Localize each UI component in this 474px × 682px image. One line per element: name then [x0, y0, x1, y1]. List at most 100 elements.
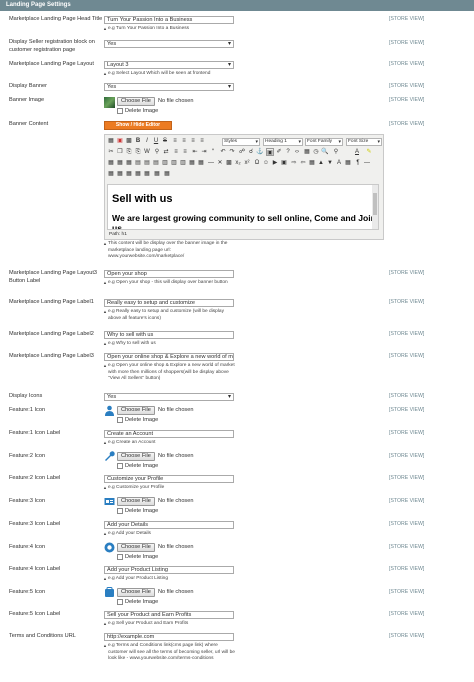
delete-image-checkbox[interactable]	[117, 108, 123, 114]
nonbreaking-icon[interactable]: —	[363, 159, 371, 167]
align-center-icon[interactable]: ≡	[180, 137, 188, 145]
del-icon[interactable]: ▦	[134, 170, 142, 178]
strikethrough-icon[interactable]: S	[161, 137, 169, 145]
head-title-input[interactable]: Turn Your Passion Into a Business	[104, 16, 234, 24]
replace-icon[interactable]: ⇄	[162, 148, 170, 156]
fullscreen-icon[interactable]: ▣	[280, 159, 288, 167]
redo-icon[interactable]: ↷	[228, 148, 236, 156]
variable-icon[interactable]: ▩	[125, 137, 133, 145]
attributes-icon[interactable]: ▦	[153, 170, 161, 178]
format-dropdown[interactable]: Heading 1	[263, 138, 303, 146]
numbered-list-icon[interactable]: ≡	[181, 148, 189, 156]
copy-icon[interactable]: ❐	[116, 148, 124, 156]
table-icon[interactable]: ▦	[107, 159, 115, 167]
delete-image-checkbox[interactable]	[117, 554, 123, 560]
acronym-icon[interactable]: ▦	[125, 170, 133, 178]
outdent-icon[interactable]: ⇤	[191, 148, 199, 156]
label2-input[interactable]: Why to sell with us	[104, 331, 234, 339]
unlink-icon[interactable]: ☌	[247, 148, 255, 156]
choose-file-button[interactable]: Choose File	[117, 97, 155, 106]
help-icon[interactable]: ?	[284, 148, 292, 156]
bullet-list-icon[interactable]: ≡	[172, 148, 180, 156]
move-backward-icon[interactable]: ▼	[326, 159, 334, 167]
choose-file-button[interactable]: Choose File	[117, 543, 155, 552]
editor-content-area[interactable]: Sell with us We are largest growing comm…	[107, 184, 379, 230]
font-size-dropdown[interactable]: Font Size	[346, 138, 382, 146]
cleanup-icon[interactable]: ✐	[275, 148, 283, 156]
image-icon[interactable]: ▣	[116, 137, 124, 145]
styles-dropdown[interactable]: Styles	[222, 138, 260, 146]
remove-format-icon[interactable]: ✕	[216, 159, 224, 167]
display-icons-select[interactable]: Yes	[104, 393, 234, 401]
template-icon[interactable]: ▦	[163, 170, 171, 178]
special-char-icon[interactable]: Ω	[253, 159, 261, 167]
layout3-button-input[interactable]: Open your shop	[104, 270, 234, 278]
insert-row-before-icon[interactable]: ▤	[134, 159, 142, 167]
absolute-icon[interactable]: A	[335, 159, 343, 167]
widget-icon[interactable]: ▦	[107, 137, 115, 145]
move-forward-icon[interactable]: ▲	[317, 159, 325, 167]
seller-registration-select[interactable]: Yes	[104, 40, 234, 48]
visual-aid-icon[interactable]: ▩	[225, 159, 233, 167]
underline-icon[interactable]: U	[152, 137, 160, 145]
font-family-dropdown[interactable]: Font Family	[305, 138, 343, 146]
terms-url-input[interactable]: http://example.com	[104, 633, 234, 641]
show-hide-editor-button[interactable]: Show / Hide Editor	[104, 121, 172, 130]
feature5-label-input[interactable]: Sell your Product and Earn Profits	[104, 611, 234, 619]
text-color-icon[interactable]: A	[353, 148, 361, 156]
split-cells-icon[interactable]: ▦	[188, 159, 196, 167]
align-left-icon[interactable]: ≡	[171, 137, 179, 145]
delete-image-checkbox[interactable]	[117, 599, 123, 605]
horizontal-rule-icon[interactable]: —	[207, 159, 215, 167]
choose-file-button[interactable]: Choose File	[117, 406, 155, 415]
align-right-icon[interactable]: ≡	[189, 137, 197, 145]
find-icon[interactable]: ⚲	[153, 148, 161, 156]
label1-input[interactable]: Really easy to setup and customize	[104, 299, 234, 307]
delete-image-checkbox[interactable]	[117, 508, 123, 514]
delete-image-checkbox[interactable]	[117, 417, 123, 423]
delete-col-icon[interactable]: ▥	[179, 159, 187, 167]
background-color-icon[interactable]: ✎	[365, 148, 373, 156]
preview-icon[interactable]: 🔍	[321, 148, 329, 156]
media-icon[interactable]: ▶	[271, 159, 279, 167]
section-header[interactable]: Landing Page Settings	[0, 0, 474, 11]
link-icon[interactable]: ☍	[238, 148, 246, 156]
undo-icon[interactable]: ↶	[219, 148, 227, 156]
choose-file-button[interactable]: Choose File	[117, 452, 155, 461]
label3-input[interactable]: Open your online shop & Explore a new wo…	[104, 353, 234, 361]
subscript-icon[interactable]: x₂	[234, 159, 242, 167]
cell-props-icon[interactable]: ▦	[125, 159, 133, 167]
editor-scrollbar[interactable]	[372, 185, 378, 229]
delete-image-checkbox[interactable]	[117, 463, 123, 469]
italic-icon[interactable]: I	[143, 137, 151, 145]
indent-icon[interactable]: ⇥	[200, 148, 208, 156]
emoticon-icon[interactable]: ☺	[262, 159, 270, 167]
layout-select[interactable]: Layout 3	[104, 61, 234, 69]
choose-file-button[interactable]: Choose File	[117, 588, 155, 597]
anchor-icon[interactable]: ⚓	[256, 148, 264, 156]
feature4-label-input[interactable]: Add your Product Listing	[104, 566, 234, 574]
scrollbar-thumb[interactable]	[373, 193, 377, 215]
row-props-icon[interactable]: ▦	[116, 159, 124, 167]
insert-col-after-icon[interactable]: ▥	[170, 159, 178, 167]
cite-icon[interactable]: ▦	[107, 170, 115, 178]
insert-date-icon[interactable]: ▦	[303, 148, 311, 156]
feature1-label-input[interactable]: Create an Account	[104, 430, 234, 438]
insert-row-after-icon[interactable]: ▤	[143, 159, 151, 167]
paste-word-icon[interactable]: W	[143, 148, 151, 156]
code-icon[interactable]: ‹›	[293, 148, 301, 156]
feature3-label-input[interactable]: Add your Details	[104, 521, 234, 529]
display-banner-select[interactable]: Yes	[104, 83, 234, 91]
choose-file-button[interactable]: Choose File	[117, 497, 155, 506]
superscript-icon[interactable]: x²	[243, 159, 251, 167]
feature2-label-input[interactable]: Customize your Profile	[104, 475, 234, 483]
rtl-icon[interactable]: ⇦	[299, 159, 307, 167]
ins-icon[interactable]: ▦	[143, 170, 151, 178]
align-justify-icon[interactable]: ≡	[198, 137, 206, 145]
delete-row-icon[interactable]: ▤	[152, 159, 160, 167]
insert-layer-icon[interactable]: ▦	[308, 159, 316, 167]
paste-icon[interactable]: ⎘	[125, 148, 133, 156]
style-props-icon[interactable]: ▦	[344, 159, 352, 167]
blockquote-icon[interactable]: “	[209, 148, 217, 156]
insert-col-before-icon[interactable]: ▥	[161, 159, 169, 167]
